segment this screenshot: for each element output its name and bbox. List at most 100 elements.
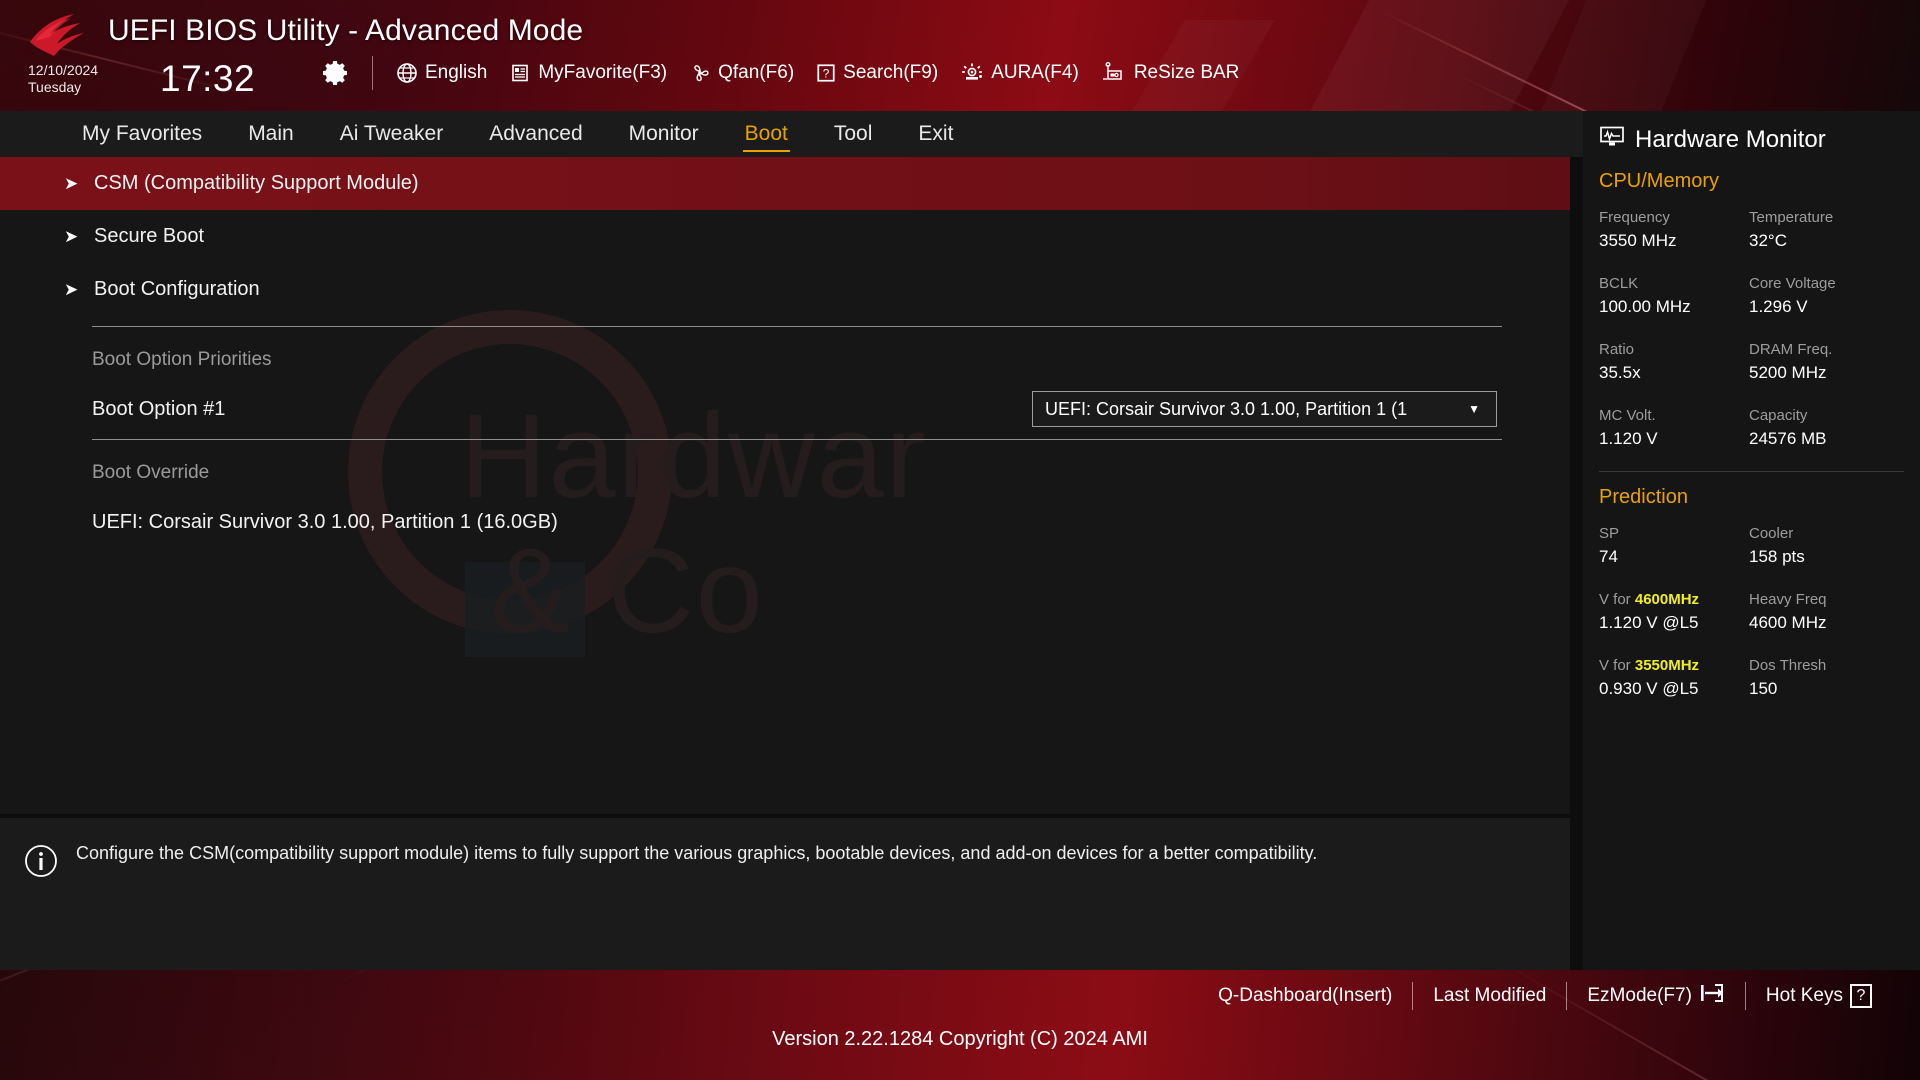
search-button[interactable]: ? Search(F9) <box>816 62 938 84</box>
myfavorite-icon <box>509 62 531 84</box>
hw-grid-cpu-memory: Frequency 3550 MHz Temperature 32°C BCLK… <box>1599 207 1899 451</box>
section-boot-override: Boot Override <box>92 462 210 483</box>
hw-label: DRAM Freq. <box>1749 341 1833 358</box>
title-bar: UEFI BIOS Utility - Advanced Mode 12/10/… <box>0 0 1920 111</box>
myfavorite-label: MyFavorite(F3) <box>538 62 668 83</box>
search-label: Search(F9) <box>843 62 939 83</box>
resizebar-icon <box>1101 62 1127 84</box>
nav-item-advanced[interactable]: Advanced <box>487 118 584 150</box>
language-button[interactable]: English <box>396 62 487 84</box>
hw-label: Capacity <box>1749 407 1808 424</box>
question-box-icon: ? <box>816 62 836 84</box>
header-decor-poly <box>1294 0 1586 111</box>
submenu-boot-configuration[interactable]: ➤ Boot Configuration <box>0 263 1570 316</box>
help-text: Configure the CSM(compatibility support … <box>76 843 1318 863</box>
submenu-boot-configuration-label: Boot Configuration <box>94 278 260 300</box>
resize-bar-button[interactable]: ReSize BAR <box>1101 62 1239 84</box>
rog-logo-icon <box>26 12 92 56</box>
hw-label-highlight: 4600MHz <box>1634 591 1700 608</box>
info-icon <box>24 844 58 878</box>
aura-button[interactable]: AURA(F4) <box>960 62 1079 84</box>
ezmode-button[interactable]: EzMode(F7) <box>1567 982 1745 1010</box>
hot-keys-button[interactable]: Hot Keys ? <box>1746 984 1892 1008</box>
nav-item-monitor[interactable]: Monitor <box>627 118 701 150</box>
monitor-waveform-icon <box>1599 125 1625 154</box>
hw-cell-frequency: Frequency 3550 MHz <box>1599 207 1749 253</box>
hw-value: 4600 MHz <box>1749 613 1827 632</box>
hw-label-text: V for <box>1599 591 1635 608</box>
hw-cell-v-for-4600: V for 4600MHz 1.120 V @L5 <box>1599 589 1749 635</box>
submenu-csm-label: CSM (Compatibility Support Module) <box>94 172 419 194</box>
section-divider <box>92 326 1502 327</box>
nav-item-tool[interactable]: Tool <box>832 118 875 150</box>
hw-pair: MC Volt. 1.120 V Capacity 24576 MB <box>1599 405 1899 451</box>
header-toolbar: English MyFavorite(F3) Qfan(F6) ? Search… <box>396 62 1239 84</box>
hw-label: Frequency <box>1599 209 1670 226</box>
hw-value: 1.120 V @L5 <box>1599 613 1699 632</box>
settings-list: ➤ CSM (Compatibility Support Module) ➤ S… <box>0 157 1570 548</box>
aura-label: AURA(F4) <box>991 62 1079 83</box>
qfan-button[interactable]: Qfan(F6) <box>689 62 794 84</box>
hw-cell-sp: SP 74 <box>1599 523 1749 569</box>
footer-decor-streak <box>0 970 330 1006</box>
hw-label-highlight: 3550MHz <box>1634 657 1700 674</box>
hw-grid-prediction: SP 74 Cooler 158 pts V for 4600MHz 1.120… <box>1599 523 1899 701</box>
submenu-secure-boot[interactable]: ➤ Secure Boot <box>0 210 1570 263</box>
hw-value: 100.00 MHz <box>1599 297 1691 316</box>
svg-text:?: ? <box>823 67 830 81</box>
last-modified-label: Last Modified <box>1433 985 1547 1006</box>
nav-item-main[interactable]: Main <box>246 118 296 150</box>
nav-item-my-favorites[interactable]: My Favorites <box>80 118 204 150</box>
footer-links: Q-Dashboard(Insert) Last Modified EzMode… <box>1198 982 1892 1010</box>
hw-cell-dos-thresh: Dos Thresh 150 <box>1749 655 1899 701</box>
hot-keys-label: Hot Keys <box>1765 985 1843 1006</box>
hw-pair: V for 3550MHz 0.930 V @L5 Dos Thresh 150 <box>1599 655 1899 701</box>
hw-label: Heavy Freq <box>1749 591 1827 608</box>
bios-version: Version 2.22.1284 Copyright (C) 2024 AMI <box>772 1028 1148 1050</box>
chevron-right-icon: ➤ <box>64 279 79 299</box>
hw-pair: Frequency 3550 MHz Temperature 32°C <box>1599 207 1899 253</box>
boot-option-1-value: UEFI: Corsair Survivor 3.0 1.00, Partiti… <box>1045 398 1408 419</box>
question-box-icon: ? <box>1850 984 1872 1008</box>
nav-item-boot[interactable]: Boot <box>742 118 791 152</box>
qfan-icon <box>689 62 711 84</box>
system-date: 12/10/2024 Tuesday <box>28 62 98 96</box>
main-content: Hardwar & Co ➤ CSM (Compatibility Suppor… <box>0 157 1570 814</box>
boot-override-item[interactable]: UEFI: Corsair Survivor 3.0 1.00, Partiti… <box>0 496 1570 548</box>
hw-cell-heavy-freq: Heavy Freq 4600 MHz <box>1749 589 1899 635</box>
q-dashboard-button[interactable]: Q-Dashboard(Insert) <box>1198 985 1412 1007</box>
submenu-secure-boot-label: Secure Boot <box>94 225 205 247</box>
hw-cell-core-voltage: Core Voltage 1.296 V <box>1749 273 1899 319</box>
date-value: 12/10/2024 <box>28 62 99 78</box>
hw-label: Dos Thresh <box>1749 657 1827 674</box>
chevron-down-icon: ▼ <box>1468 402 1480 416</box>
hw-pair: BCLK 100.00 MHz Core Voltage 1.296 V <box>1599 273 1899 319</box>
main-nav: My Favorites Main Ai Tweaker Advanced Mo… <box>0 111 1583 157</box>
hw-cell-dram-freq: DRAM Freq. 5200 MHz <box>1749 339 1899 385</box>
hw-value: 5200 MHz <box>1749 363 1827 382</box>
q-dashboard-label: Q-Dashboard(Insert) <box>1218 985 1393 1006</box>
submenu-csm[interactable]: ➤ CSM (Compatibility Support Module) <box>0 157 1570 210</box>
myfavorite-button[interactable]: MyFavorite(F3) <box>509 62 667 84</box>
exit-arrow-icon <box>1699 982 1725 1010</box>
language-label: English <box>425 62 488 83</box>
hw-value: 32°C <box>1749 231 1787 250</box>
hw-cell-ratio: Ratio 35.5x <box>1599 339 1749 385</box>
hw-label: Core Voltage <box>1749 275 1836 292</box>
page-title: UEFI BIOS Utility - Advanced Mode <box>108 14 584 47</box>
boot-option-1-dropdown[interactable]: UEFI: Corsair Survivor 3.0 1.00, Partiti… <box>1032 391 1497 427</box>
hw-group-cpu-memory: CPU/Memory <box>1599 170 1720 192</box>
hw-value: 158 pts <box>1749 547 1805 566</box>
hw-label: BCLK <box>1599 275 1639 292</box>
nav-item-ai-tweaker[interactable]: Ai Tweaker <box>338 118 446 150</box>
system-time: 17:32 <box>160 58 256 99</box>
hw-cell-temperature: Temperature 32°C <box>1749 207 1899 253</box>
hardware-monitor-panel: Hardware Monitor CPU/Memory Frequency 35… <box>1583 111 1920 970</box>
hw-pair: V for 4600MHz 1.120 V @L5 Heavy Freq 460… <box>1599 589 1899 635</box>
hw-cell-cooler: Cooler 158 pts <box>1749 523 1899 569</box>
nav-item-exit[interactable]: Exit <box>916 118 955 150</box>
last-modified-button[interactable]: Last Modified <box>1413 985 1566 1007</box>
hw-cell-v-for-3550: V for 3550MHz 0.930 V @L5 <box>1599 655 1749 701</box>
weekday-value: Tuesday <box>28 79 82 95</box>
gear-icon[interactable] <box>320 58 350 88</box>
